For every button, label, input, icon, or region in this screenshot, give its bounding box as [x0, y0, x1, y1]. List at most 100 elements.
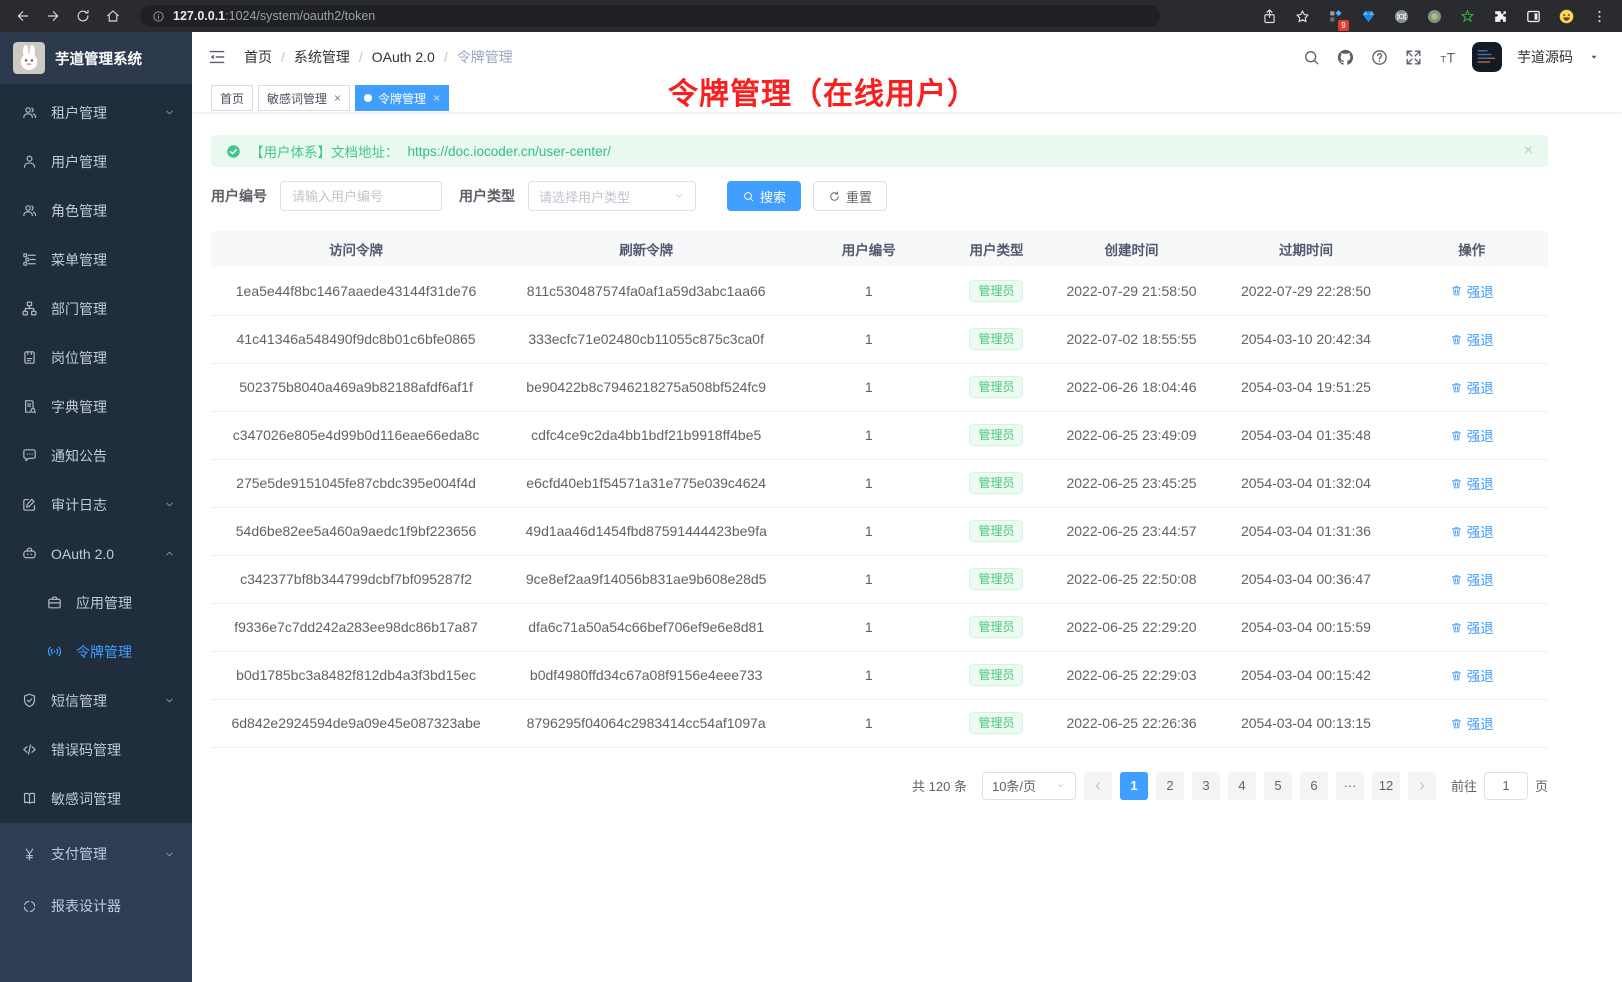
browser-back-button[interactable] [10, 3, 36, 29]
user-type-select[interactable]: 请选择用户类型 [528, 181, 696, 211]
puzzle-icon [1492, 8, 1509, 25]
force-logout-button[interactable]: 强退 [1450, 713, 1494, 733]
force-logout-button[interactable]: 强退 [1450, 569, 1494, 589]
user-id-input[interactable] [280, 181, 442, 211]
tab-敏感词管理[interactable]: 敏感词管理× [258, 85, 350, 111]
tab-close-icon[interactable]: × [334, 91, 341, 105]
page-button-1[interactable]: 1 [1120, 772, 1148, 800]
sidebar-item-label: 岗位管理 [51, 348, 107, 368]
caret-down-icon[interactable] [1588, 51, 1600, 63]
sidebar-item-user[interactable]: 用户管理 [0, 137, 192, 186]
breadcrumb-item[interactable]: 系统管理 [294, 47, 350, 67]
table-row: f9336e7c7dd242a283ee98dc86b17a87dfa6c71a… [211, 603, 1548, 651]
star-extension-icon[interactable] [1454, 3, 1480, 29]
sidebar-item-menu[interactable]: 菜单管理 [0, 235, 192, 284]
record-extension-icon[interactable] [1421, 3, 1447, 29]
tab-close-icon[interactable]: × [433, 91, 440, 105]
page-ellipsis[interactable]: ··· [1336, 772, 1364, 800]
next-page-button[interactable] [1408, 772, 1436, 800]
sidebar-item-post[interactable]: 岗位管理 [0, 333, 192, 382]
user-type-label: 用户类型 [459, 186, 515, 206]
sidebar-item-notice[interactable]: 通知公告 [0, 431, 192, 480]
sidebar-item-audit[interactable]: 审计日志 [0, 480, 192, 529]
green-star-icon [1459, 8, 1476, 25]
page-button-12[interactable]: 12 [1372, 772, 1400, 800]
sidebar-item-oauth2[interactable]: OAuth 2.0 [0, 529, 192, 578]
sidebar-toggle-icon[interactable] [1520, 3, 1546, 29]
font-size-icon[interactable]: TT [1438, 48, 1457, 67]
page-button-4[interactable]: 4 [1228, 772, 1256, 800]
force-logout-button[interactable]: 强退 [1450, 617, 1494, 637]
table-cell: cdfc4ce9c2da4bb1bdf21b9918ff4be5 [501, 411, 791, 459]
open-book-icon [21, 790, 38, 807]
page-button-3[interactable]: 3 [1192, 772, 1220, 800]
page-button-6[interactable]: 6 [1300, 772, 1328, 800]
sidebar-item-role[interactable]: 角色管理 [0, 186, 192, 235]
force-logout-button[interactable]: 强退 [1450, 521, 1494, 541]
address-bar[interactable]: 127.0.0.1:1024/system/oauth2/token [140, 5, 1160, 27]
edit-doc-icon [21, 496, 38, 513]
table-cell: 1 [791, 603, 946, 651]
force-logout-button[interactable]: 强退 [1450, 281, 1494, 301]
puzzle-extension-icon[interactable] [1487, 3, 1513, 29]
help-icon[interactable] [1370, 48, 1389, 67]
force-logout-button[interactable]: 强退 [1450, 329, 1494, 349]
fullscreen-icon[interactable] [1404, 48, 1423, 67]
prev-page-button[interactable] [1084, 772, 1112, 800]
trash-icon [1450, 477, 1463, 490]
share-icon[interactable] [1256, 3, 1282, 29]
alert-close-icon[interactable]: × [1524, 143, 1533, 159]
reset-button[interactable]: 重置 [813, 181, 887, 211]
sidebar-item-pay[interactable]: 支付管理 [0, 828, 192, 880]
table-row: 502375b8040a469a9b82188afdf6af1fbe90422b… [211, 363, 1548, 411]
gem-extension-icon[interactable] [1355, 3, 1381, 29]
github-icon[interactable] [1336, 48, 1355, 67]
browser-home-button[interactable] [100, 3, 126, 29]
table-row: c347026e805e4d99b0d116eae66eda8ccdfc4ce9… [211, 411, 1548, 459]
sidebar-item-errcode[interactable]: 错误码管理 [0, 725, 192, 774]
navbar-tools: TT 芋道源码 [1302, 42, 1600, 72]
bookmark-star-icon[interactable] [1289, 3, 1315, 29]
breadcrumb-item[interactable]: OAuth 2.0 [372, 49, 435, 65]
force-logout-button[interactable]: 强退 [1450, 665, 1494, 685]
alert-doc-link[interactable]: https://doc.iocoder.cn/user-center/ [408, 144, 611, 159]
browser-forward-button[interactable] [40, 3, 66, 29]
force-logout-button[interactable]: 强退 [1450, 473, 1494, 493]
user-avatar[interactable] [1472, 42, 1502, 72]
sidebar-item-oauth2-app[interactable]: 应用管理 [0, 578, 192, 627]
trash-icon [1450, 284, 1463, 297]
browser-menu-icon[interactable] [1586, 3, 1612, 29]
profile-avatar-icon[interactable] [1553, 3, 1579, 29]
force-logout-button[interactable]: 强退 [1450, 377, 1494, 397]
page-size-select[interactable]: 10条/页 [982, 772, 1076, 800]
goto-page-input[interactable] [1484, 772, 1528, 800]
force-logout-button[interactable]: 强退 [1450, 425, 1494, 445]
sidebar-item-tenant[interactable]: 租户管理 [0, 88, 192, 137]
sidebar-item-dept[interactable]: 部门管理 [0, 284, 192, 333]
search-icon[interactable] [1302, 48, 1321, 67]
search-button[interactable]: 搜索 [727, 181, 801, 211]
sidebar-item-sms[interactable]: 短信管理 [0, 676, 192, 725]
sidebar-item-oauth2-token[interactable]: 令牌管理 [0, 627, 192, 676]
browser-reload-button[interactable] [70, 3, 96, 29]
table-row: b0d1785bc3a8482f812db4a3f3bd15ecb0df4980… [211, 651, 1548, 699]
extension-grid-button[interactable]: 9 [1322, 3, 1348, 29]
sidebar-item-report[interactable]: 报表设计器 [0, 880, 192, 932]
table-cell: 2022-07-29 21:58:50 [1047, 267, 1217, 315]
sidebar-item-sensitive[interactable]: 敏感词管理 [0, 774, 192, 823]
collapse-sidebar-button[interactable] [207, 47, 227, 67]
tab-令牌管理[interactable]: 令牌管理× [355, 85, 449, 111]
gem-icon [1360, 8, 1377, 25]
page-button-5[interactable]: 5 [1264, 772, 1292, 800]
username[interactable]: 芋道源码 [1517, 47, 1573, 67]
sidebar-item-dict[interactable]: 字典管理 [0, 382, 192, 431]
site-info-icon[interactable] [152, 10, 165, 23]
command-extension-icon[interactable] [1388, 3, 1414, 29]
breadcrumb-item[interactable]: 首页 [244, 47, 272, 67]
dictionary-icon [21, 398, 38, 415]
page-button-2[interactable]: 2 [1156, 772, 1184, 800]
report-icon [21, 898, 38, 915]
tab-首页[interactable]: 首页 [211, 85, 253, 111]
user-id-label: 用户编号 [211, 186, 267, 206]
kebab-menu-icon [1591, 8, 1608, 25]
